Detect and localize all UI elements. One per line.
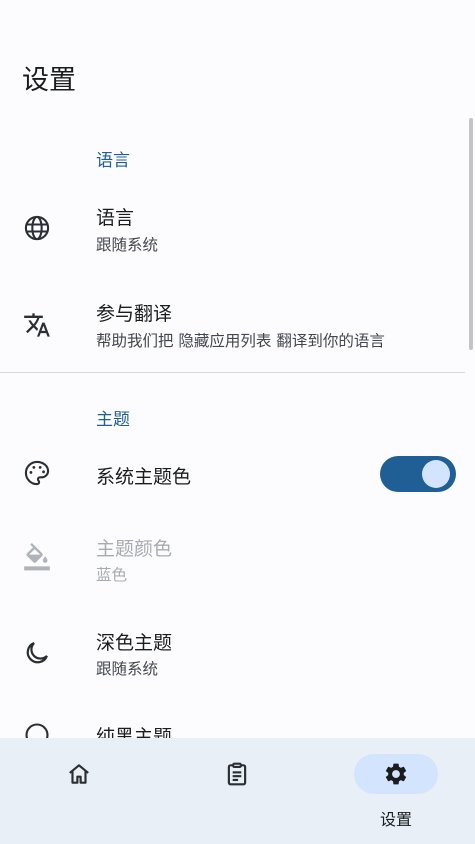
clipboard-list-icon: [224, 761, 250, 787]
scrollbar[interactable]: [469, 118, 473, 350]
setting-dark-theme[interactable]: 深色主题 跟随系统: [0, 616, 465, 696]
section-divider: [0, 372, 465, 373]
switch-knob: [422, 460, 450, 488]
setting-language-label: 语言: [96, 207, 135, 229]
bottom-navigation: 设置: [0, 738, 475, 844]
setting-translate-label: 参与翻译: [96, 303, 173, 325]
translate-icon: [22, 310, 52, 340]
gear-icon: [383, 761, 409, 787]
nav-home-pill: [37, 754, 121, 794]
nav-settings-label: 设置: [379, 810, 412, 829]
section-header-language: 语言: [96, 151, 130, 171]
setting-system-theme-color-label: 系统主题色: [96, 466, 192, 488]
setting-language[interactable]: 语言 跟随系统: [0, 190, 465, 270]
home-icon: [66, 761, 92, 787]
nav-app-list-pill: [195, 754, 279, 794]
globe-icon: [22, 213, 52, 243]
moon-icon: [22, 638, 52, 668]
setting-language-value: 跟随系统: [96, 236, 159, 254]
nav-home[interactable]: [0, 738, 158, 844]
nav-settings-pill: [354, 754, 438, 794]
setting-dark-theme-label: 深色主题: [96, 632, 173, 654]
nav-app-list[interactable]: [158, 738, 316, 844]
setting-dark-theme-value: 跟随系统: [96, 660, 159, 678]
paint-bucket-icon: [22, 542, 52, 572]
nav-settings[interactable]: 设置: [317, 738, 475, 844]
page-title: 设置: [22, 65, 76, 96]
setting-theme-color: 主题颜色 蓝色: [0, 522, 465, 602]
palette-icon: [22, 458, 52, 488]
setting-translate-desc: 帮助我们把 隐藏应用列表 翻译到你的语言: [96, 332, 385, 350]
setting-theme-color-label: 主题颜色: [96, 538, 173, 560]
section-header-theme: 主题: [96, 410, 130, 430]
system-theme-color-switch[interactable]: [380, 456, 456, 492]
setting-translate[interactable]: 参与翻译 帮助我们把 隐藏应用列表 翻译到你的语言: [0, 288, 465, 368]
setting-theme-color-value: 蓝色: [96, 566, 128, 584]
settings-screen: 设置 语言 语言 跟随系统 参与翻译 帮助我们把 隐藏应用列表 翻译到你的语言 …: [0, 0, 475, 844]
